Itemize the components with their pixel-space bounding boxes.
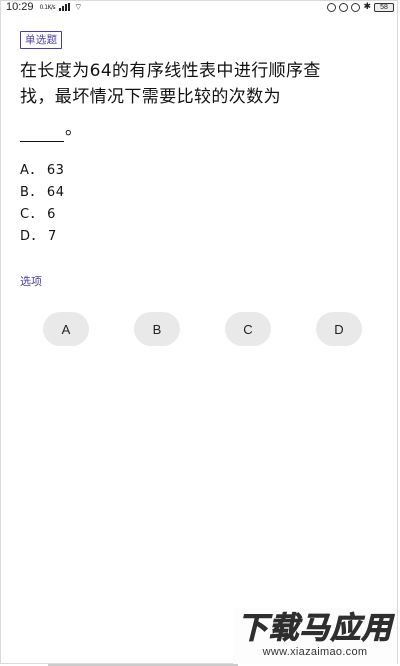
option-text: 63 (46, 163, 65, 178)
option-a: A． 63 (20, 160, 380, 182)
bluetooth-icon: ✱ (363, 2, 371, 12)
status-left: 10:29 0.1K/s ⌔ (6, 1, 83, 13)
status-right: ✱ 58 (327, 2, 394, 12)
wifi-icon: ⌔ (74, 2, 83, 13)
watermark-logo: 下载马应用 www.xiazaimao.com (233, 608, 397, 664)
watermark-url: www.xiazaimao.com (262, 646, 368, 658)
nfc-icon (327, 2, 337, 12)
answer-button-d[interactable]: D (316, 312, 362, 346)
option-b: B． 64 (20, 182, 380, 204)
question-type-tag: 单选题 (20, 31, 63, 49)
battery-level: 58 (380, 3, 388, 11)
watermark-title: 下载马应用 (237, 611, 393, 646)
answer-button-c[interactable]: C (225, 312, 271, 346)
option-d: D． 7 (20, 226, 380, 248)
answer-button-b[interactable]: B (134, 312, 180, 346)
status-time: 10:29 (6, 1, 34, 13)
lock-icon (339, 2, 349, 12)
option-letter: D． (20, 229, 45, 244)
option-text: 6 (47, 207, 56, 222)
select-label: 选项 (20, 275, 42, 288)
signal-icon (59, 3, 71, 11)
net-speed: 0.1K/s (39, 3, 56, 11)
option-text: 64 (46, 185, 65, 200)
alarm-icon (351, 2, 361, 12)
battery-icon: 58 (374, 2, 394, 12)
answer-buttons: A B C D (0, 312, 400, 348)
option-letter: C． (20, 207, 44, 222)
question-line-1: 在长度为64的有序线性表中进行顺序查 (20, 61, 321, 81)
option-letter: A． (20, 163, 43, 178)
question-line-2: 找，最坏情况下需要比较的次数为 (20, 87, 281, 107)
answer-button-a[interactable]: A (43, 312, 89, 346)
question-line-3: 。 (20, 112, 380, 142)
options-list: A． 63 B． 64 C． 6 D． 7 (20, 160, 380, 248)
option-letter: B． (20, 185, 43, 200)
option-text: 7 (48, 229, 57, 244)
answer-blank (20, 129, 64, 142)
question-text: 在长度为64的有序线性表中进行顺序查 找，最坏情况下需要比较的次数为 。 (20, 58, 380, 142)
status-bar: 10:29 0.1K/s ⌔ ✱ 58 (0, 0, 400, 14)
question-end-mark: 。 (65, 119, 83, 139)
option-c: C． 6 (20, 204, 380, 226)
